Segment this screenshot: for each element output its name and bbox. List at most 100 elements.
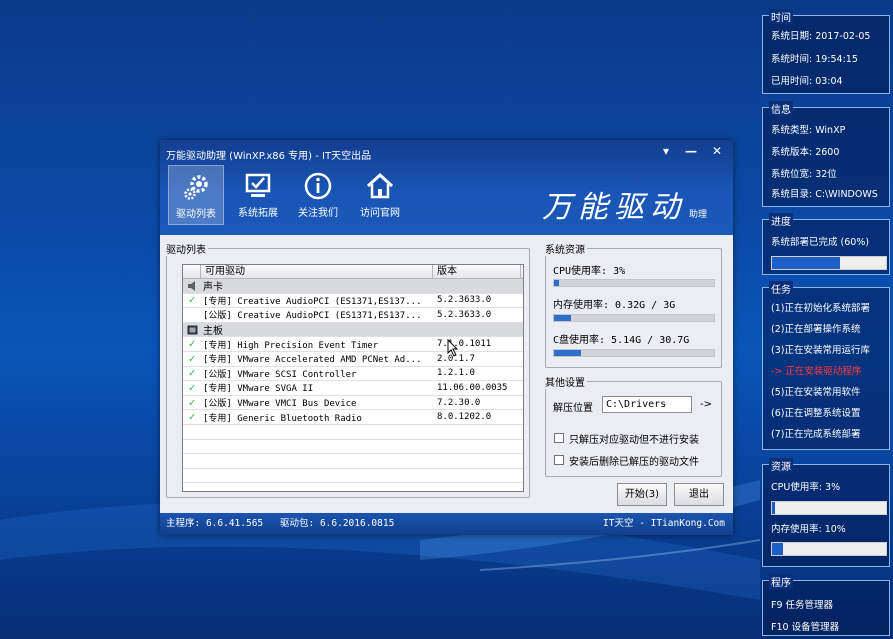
extract-only-label: 只解压对应驱动但不进行安装 (569, 435, 699, 446)
resources-legend: 系统资源 (545, 245, 585, 256)
tab-follow-us[interactable]: 关注我们 (290, 165, 346, 225)
panel-title: 时间 (769, 9, 793, 24)
empty-row (183, 454, 523, 469)
driver-name: [专用] Generic Bluetooth Radio (203, 413, 362, 424)
check-icon: ✓ (188, 410, 196, 424)
driver-row[interactable]: ✓ [公版] VMware VMCI Bus Device 7.2.30.0 (183, 396, 523, 411)
speaker-icon (183, 280, 201, 291)
brand-logo: 万能驱动 助理 (542, 190, 708, 225)
system-type: 系统类型: WinXP (771, 125, 846, 136)
check-icon: ✓ (188, 293, 196, 307)
side-panel-info: 信息 系统类型: WinXP 系统版本: 2600 系统位宽: 32位 系统目录… (762, 101, 890, 207)
site-link[interactable]: IT天空 - ITianKong.Com (603, 513, 725, 535)
driver-name: [专用] High Precision Event Timer (203, 340, 379, 351)
system-directory: 系统目录: C:\WINDOWS (771, 189, 878, 200)
driver-row[interactable]: ✓ [公版] VMware SCSI Controller 1.2.1.0 (183, 367, 523, 382)
panel-title: 信息 (769, 101, 793, 116)
panel-title: 程序 (769, 574, 793, 589)
exit-button[interactable]: 退出 (674, 483, 724, 506)
column-available-driver[interactable]: 可用驱动 (201, 265, 433, 278)
driver-name: [专用] Creative AudioPCI (ES1371,ES137... (203, 296, 422, 307)
list-header: 可用驱动 版本 (183, 265, 523, 279)
driver-version: 1.2.1.0 (437, 368, 475, 379)
tab-label: 访问官网 (360, 208, 400, 219)
main-program-version: 主程序: 6.6.41.565 (166, 518, 264, 529)
gears-icon (184, 175, 208, 200)
deploy-progress-bar (771, 256, 887, 270)
window-title: 万能驱动助理 (WinXP.x86 专用) - IT天空出品 (166, 151, 372, 162)
side-memory-usage: 内存使用率: 10% (771, 524, 846, 535)
empty-row (183, 440, 523, 455)
driver-name: [公版] VMware VMCI Bus Device (203, 399, 357, 410)
menu-dropdown-button[interactable]: ▾ (658, 144, 674, 158)
system-time: 系统时间: 19:54:15 (771, 54, 858, 65)
tab-label: 驱动列表 (176, 209, 216, 220)
tab-visit-site[interactable]: 访问官网 (352, 165, 408, 225)
column-icon (183, 265, 201, 278)
tab-system-extend[interactable]: 系统拓展 (230, 165, 286, 225)
driver-package-version: 驱动包: 6.6.2016.0815 (280, 518, 395, 529)
memory-usage-bar (553, 314, 715, 322)
empty-row (183, 483, 523, 491)
side-panel-programs: 程序 F9 任务管理器 F10 设备管理器 (762, 574, 890, 636)
start-button[interactable]: 开始(3) (617, 483, 667, 506)
minimize-button[interactable]: — (683, 144, 699, 158)
category-name: 主板 (203, 326, 223, 338)
driver-list[interactable]: 可用驱动 版本 声卡 ✓ [专用] Creative AudioPCI (ES137… (182, 264, 524, 492)
task-manager-shortcut[interactable]: F9 任务管理器 (771, 597, 833, 611)
extract-path-input[interactable]: C:\Drivers (602, 396, 692, 413)
driver-category-row[interactable]: 主板 (183, 322, 523, 338)
driver-row[interactable]: ✓ [专用] VMware SVGA II 11.06.00.0035 (183, 381, 523, 396)
check-icon: ✓ (188, 380, 196, 394)
driver-row[interactable]: ✓ [专用] High Precision Event Timer 7.1.0.10… (183, 337, 523, 352)
driver-name: [公版] VMware SCSI Controller (203, 369, 357, 380)
close-button[interactable]: ✕ (709, 144, 725, 158)
driver-name: [公版] Creative AudioPCI (ES1371,ES137... (203, 311, 422, 322)
task-item: (3)正在安装常用运行库 (771, 345, 870, 356)
driver-row[interactable]: ✓ [专用] Creative AudioPCI (ES1371,ES137...… (183, 294, 523, 309)
driver-version: 5.2.3633.0 (437, 295, 492, 306)
task-item: (5)正在安装常用软件 (771, 387, 861, 398)
browse-path-button[interactable]: -> (700, 399, 712, 410)
side-panel-progress: 进度 系统部署已完成 (60%) (762, 213, 890, 275)
side-cpu-bar (771, 501, 887, 515)
task-item: (1)正在初始化系统部署 (771, 303, 870, 314)
panel-title: 进度 (769, 213, 793, 228)
mouse-cursor-icon (447, 339, 459, 357)
deploy-progress-text: 系统部署已完成 (60%) (771, 237, 870, 248)
system-bitness: 系统位宽: 32位 (771, 169, 837, 180)
driver-assistant-window: 万能驱动助理 (WinXP.x86 专用) - IT天空出品 ▾ — ✕ 驱动列… (160, 140, 733, 535)
motherboard-icon (183, 325, 201, 335)
driver-version: 11.06.00.0035 (437, 382, 508, 393)
task-item: (6)正在调整系统设置 (771, 408, 861, 419)
driver-row[interactable]: [公版] Creative AudioPCI (ES1371,ES137... 5… (183, 308, 523, 323)
task-item: (2)正在部署操作系统 (771, 324, 861, 335)
monitor-check-icon (245, 173, 271, 197)
driver-row[interactable]: ✓ [专用] VMware Accelerated AMD PCNet Ad...… (183, 352, 523, 367)
device-manager-shortcut[interactable]: F10 设备管理器 (771, 619, 839, 633)
tab-label: 关注我们 (298, 208, 338, 219)
system-version: 系统版本: 2600 (771, 147, 840, 158)
column-version[interactable]: 版本 (433, 265, 521, 278)
task-item-current: -> 正在安装驱动程序 (771, 366, 862, 377)
side-cpu-usage: CPU使用率: 3% (771, 482, 841, 493)
cpu-usage-label: CPU使用率: 3% (553, 266, 626, 277)
cpu-usage-bar (553, 279, 715, 287)
delete-after-install-checkbox[interactable] (554, 455, 564, 465)
home-icon (366, 172, 394, 199)
empty-row (183, 469, 523, 484)
extract-location-label: 解压位置 (553, 403, 593, 414)
disk-usage-bar (553, 349, 715, 357)
tab-driver-list[interactable]: 驱动列表 (168, 165, 224, 225)
panel-title: 任务 (769, 281, 793, 296)
driver-category-row[interactable]: 声卡 (183, 279, 523, 294)
driver-version: 5.2.3633.0 (437, 309, 492, 320)
extract-only-checkbox[interactable] (554, 433, 564, 443)
status-footer: 主程序: 6.6.41.565 驱动包: 6.6.2016.0815 IT天空 … (160, 513, 733, 535)
driver-row[interactable]: ✓ [专用] Generic Bluetooth Radio 8.0.1202.0 (183, 410, 523, 425)
tab-label: 系统拓展 (238, 208, 278, 219)
check-icon: ✓ (188, 395, 196, 409)
disk-usage-label: C盘使用率: 5.14G / 30.7G (553, 335, 690, 346)
check-icon: ✓ (188, 351, 196, 365)
driver-list-legend: 驱动列表 (166, 245, 206, 256)
